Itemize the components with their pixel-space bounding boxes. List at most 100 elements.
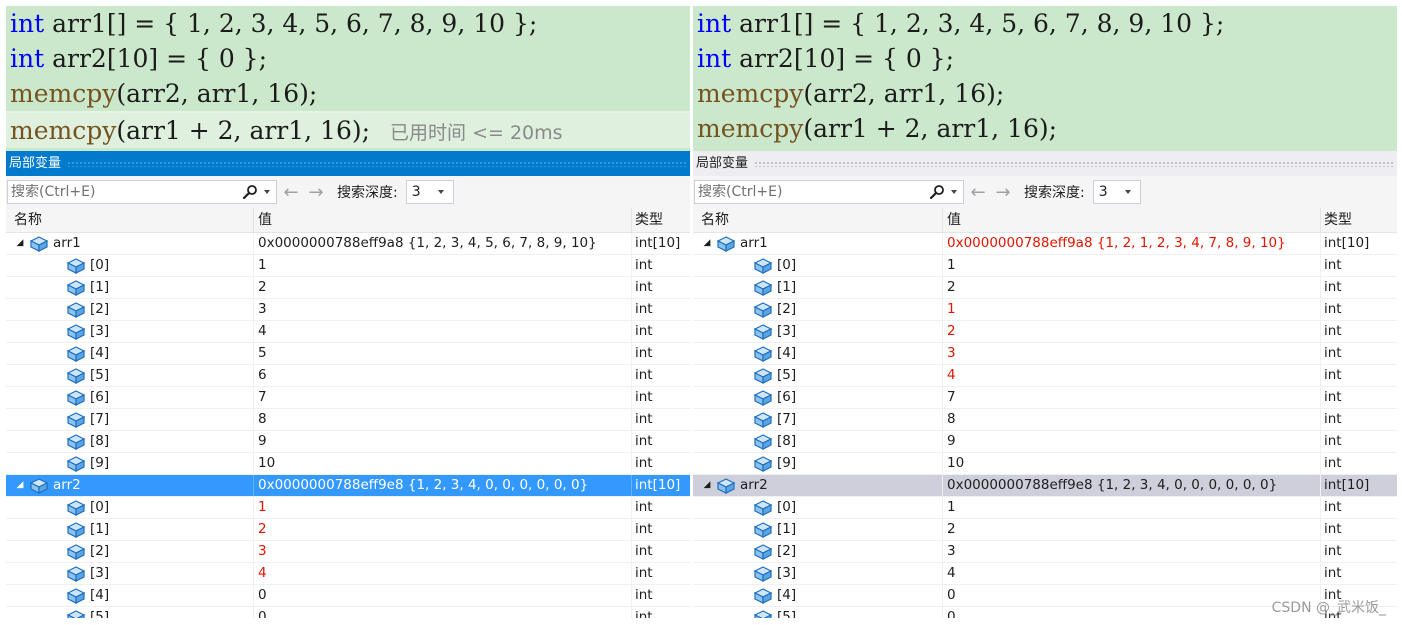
variable-value[interactable]: 0x0000000788eff9a8 {1, 2, 1, 2, 3, 4, 7,…	[943, 233, 1321, 254]
variable-value[interactable]: 0	[254, 607, 632, 618]
variable-value[interactable]: 3	[943, 541, 1321, 562]
table-row[interactable]: [6] 7 int	[693, 387, 1397, 409]
search-dropdown-icon[interactable]	[264, 190, 270, 194]
search-box[interactable]	[694, 180, 964, 204]
code-line[interactable]: memcpy(arr1 + 2, arr1, 16); 已用时间 <= 20ms	[6, 111, 690, 148]
search-depth-select[interactable]: 3	[405, 180, 454, 204]
table-row[interactable]: [0] 1 int	[6, 255, 690, 277]
forward-arrow-icon[interactable]: →	[992, 182, 1014, 203]
variable-value[interactable]: 2	[254, 519, 632, 540]
expander-icon[interactable]: ◢	[701, 475, 713, 496]
code-editor[interactable]: int arr1[] = { 1, 2, 3, 4, 5, 6, 7, 8, 9…	[6, 6, 690, 151]
header-name[interactable]: 名称	[6, 208, 254, 232]
variable-value[interactable]: 0	[943, 585, 1321, 606]
header-type[interactable]: 类型	[1321, 208, 1397, 232]
table-row[interactable]: [6] 7 int	[6, 387, 690, 409]
table-row[interactable]: [3] 4 int	[693, 563, 1397, 585]
table-row[interactable]: [9] 10 int	[6, 453, 690, 475]
table-row[interactable]: [4] 3 int	[693, 343, 1397, 365]
code-line[interactable]: memcpy(arr1 + 2, arr1, 16);	[693, 111, 1397, 146]
table-row[interactable]: [5] 0 int	[6, 607, 690, 618]
table-row[interactable]: [2] 3 int	[693, 541, 1397, 563]
variable-value[interactable]: 2	[254, 277, 632, 298]
variable-value[interactable]: 1	[254, 497, 632, 518]
code-line[interactable]: memcpy(arr2, arr1, 16);	[693, 76, 1397, 111]
code-line[interactable]: int arr2[10] = { 0 };	[6, 41, 690, 76]
table-row[interactable]: [8] 9 int	[693, 431, 1397, 453]
variable-value[interactable]: 7	[943, 387, 1321, 408]
table-row[interactable]: [0] 1 int	[693, 497, 1397, 519]
code-editor[interactable]: int arr1[] = { 1, 2, 3, 4, 5, 6, 7, 8, 9…	[693, 6, 1397, 151]
table-row[interactable]: [8] 9 int	[6, 431, 690, 453]
variable-value[interactable]: 0	[943, 607, 1321, 618]
search-input[interactable]	[695, 181, 926, 203]
table-row[interactable]: [0] 1 int	[693, 255, 1397, 277]
back-arrow-icon[interactable]: ←	[280, 182, 302, 203]
table-row[interactable]: [5] 4 int	[693, 365, 1397, 387]
header-value[interactable]: 值	[254, 208, 632, 232]
variable-value[interactable]: 0	[254, 585, 632, 606]
table-row[interactable]: [3] 4 int	[6, 321, 690, 343]
code-line[interactable]: int arr1[] = { 1, 2, 3, 4, 5, 6, 7, 8, 9…	[6, 6, 690, 41]
variable-value[interactable]: 5	[254, 343, 632, 364]
variable-value[interactable]: 4	[254, 563, 632, 584]
table-row[interactable]: ◢ arr1 0x0000000788eff9a8 {1, 2, 3, 4, 5, …	[6, 233, 690, 255]
table-row[interactable]: [2] 3 int	[6, 541, 690, 563]
variable-value[interactable]: 0x0000000788eff9e8 {1, 2, 3, 4, 0, 0, 0,…	[943, 475, 1321, 496]
variable-value[interactable]: 8	[943, 409, 1321, 430]
search-icon[interactable]	[239, 181, 261, 203]
table-row[interactable]: [0] 1 int	[6, 497, 690, 519]
variable-value[interactable]: 4	[943, 365, 1321, 386]
table-row[interactable]: ◢ arr1 0x0000000788eff9a8 {1, 2, 1, 2, 3, …	[693, 233, 1397, 255]
table-row[interactable]: [4] 5 int	[6, 343, 690, 365]
variable-value[interactable]: 0x0000000788eff9e8 {1, 2, 3, 4, 0, 0, 0,…	[254, 475, 632, 496]
variable-value[interactable]: 10	[943, 453, 1321, 474]
search-depth-select[interactable]: 3	[1092, 180, 1141, 204]
variable-value[interactable]: 1	[943, 255, 1321, 276]
variable-value[interactable]: 0x0000000788eff9a8 {1, 2, 3, 4, 5, 6, 7,…	[254, 233, 632, 254]
table-row[interactable]: ◢ arr2 0x0000000788eff9e8 {1, 2, 3, 4, 0, …	[6, 475, 690, 497]
expander-icon[interactable]: ◢	[701, 233, 713, 254]
table-row[interactable]: [9] 10 int	[693, 453, 1397, 475]
expander-icon[interactable]: ◢	[14, 475, 26, 496]
variable-value[interactable]: 3	[254, 541, 632, 562]
variable-value[interactable]: 3	[254, 299, 632, 320]
table-row[interactable]: [7] 8 int	[6, 409, 690, 431]
variable-value[interactable]: 1	[254, 255, 632, 276]
variable-value[interactable]: 4	[254, 321, 632, 342]
table-row[interactable]: [1] 2 int	[6, 519, 690, 541]
table-row[interactable]: [5] 6 int	[6, 365, 690, 387]
forward-arrow-icon[interactable]: →	[305, 182, 327, 203]
table-row[interactable]: [2] 3 int	[6, 299, 690, 321]
search-dropdown-icon[interactable]	[951, 190, 957, 194]
variable-value[interactable]: 2	[943, 277, 1321, 298]
header-type[interactable]: 类型	[632, 208, 690, 232]
variable-value[interactable]: 4	[943, 563, 1321, 584]
header-name[interactable]: 名称	[693, 208, 943, 232]
variable-value[interactable]: 1	[943, 497, 1321, 518]
code-line[interactable]: int arr1[] = { 1, 2, 3, 4, 5, 6, 7, 8, 9…	[693, 6, 1397, 41]
variable-value[interactable]: 7	[254, 387, 632, 408]
search-icon[interactable]	[926, 181, 948, 203]
table-row[interactable]: [4] 0 int	[6, 585, 690, 607]
table-row[interactable]: [1] 2 int	[693, 519, 1397, 541]
table-row[interactable]: [1] 2 int	[6, 277, 690, 299]
variable-value[interactable]: 2	[943, 321, 1321, 342]
search-box[interactable]	[7, 180, 277, 204]
variable-value[interactable]: 6	[254, 365, 632, 386]
table-row[interactable]: [2] 1 int	[693, 299, 1397, 321]
code-line[interactable]: int arr2[10] = { 0 };	[693, 41, 1397, 76]
table-row[interactable]: [3] 4 int	[6, 563, 690, 585]
search-input[interactable]	[8, 181, 239, 203]
variable-value[interactable]: 1	[943, 299, 1321, 320]
locals-window-title[interactable]: 局部变量	[6, 151, 690, 176]
variable-value[interactable]: 10	[254, 453, 632, 474]
locals-window-title[interactable]: 局部变量	[693, 151, 1397, 176]
variable-value[interactable]: 8	[254, 409, 632, 430]
table-row[interactable]: ◢ arr2 0x0000000788eff9e8 {1, 2, 3, 4, 0, …	[693, 475, 1397, 497]
expander-icon[interactable]: ◢	[14, 233, 26, 254]
table-row[interactable]: [3] 2 int	[693, 321, 1397, 343]
variable-value[interactable]: 9	[254, 431, 632, 452]
variable-value[interactable]: 9	[943, 431, 1321, 452]
variable-value[interactable]: 2	[943, 519, 1321, 540]
